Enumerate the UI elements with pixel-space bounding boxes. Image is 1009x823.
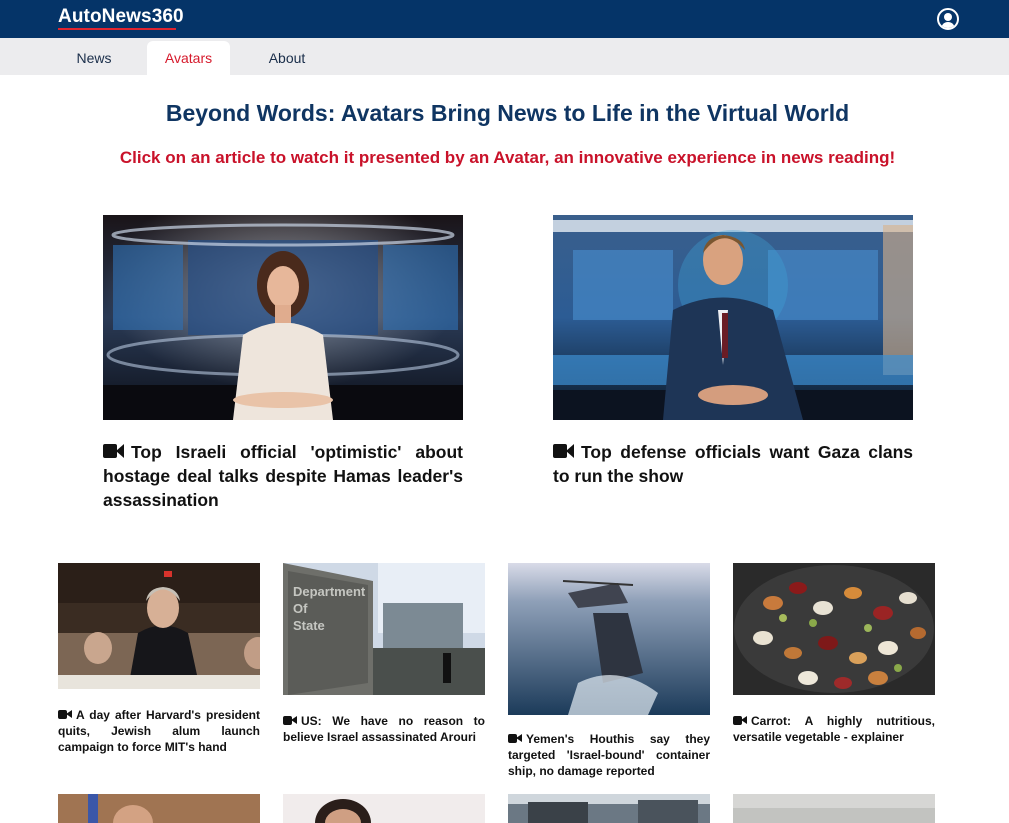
- sign-decoration: Department Of State: [293, 584, 366, 633]
- article-image[interactable]: Department Of State: [283, 563, 485, 695]
- tab-avatars[interactable]: Avatars: [147, 41, 230, 75]
- article-title-text[interactable]: Carrot: A highly nutritious, versatile v…: [733, 714, 935, 744]
- article-card[interactable]: A day after Harvard's president quits, J…: [58, 563, 260, 755]
- featured-article-title-text[interactable]: Top defense officials want Gaza clans to…: [553, 442, 913, 486]
- article-card[interactable]: Carrot: A highly nutritious, versatile v…: [733, 563, 935, 745]
- video-camera-icon: [103, 444, 125, 459]
- featured-article-title-text[interactable]: Top Israeli official 'optimistic' about …: [103, 442, 463, 510]
- video-camera-icon: [283, 716, 297, 726]
- featured-article-image[interactable]: [553, 215, 913, 420]
- page-title: Beyond Words: Avatars Bring News to Life…: [165, 100, 850, 126]
- article-image[interactable]: [733, 794, 935, 823]
- article-title-text[interactable]: US: We have no reason to believe Israel …: [283, 714, 485, 744]
- article-image[interactable]: [58, 794, 260, 823]
- article-title-text[interactable]: Yemen's Houthis say they targeted 'Israe…: [508, 732, 710, 778]
- site-logo[interactable]: AutoNews360: [58, 6, 184, 28]
- article-image[interactable]: [58, 563, 260, 689]
- article-card[interactable]: Department Of State US: We have no reason …: [283, 563, 485, 745]
- featured-article-title[interactable]: Top defense officials want Gaza clans to…: [553, 440, 913, 488]
- featured-article[interactable]: Top defense officials want Gaza clans to…: [553, 215, 913, 488]
- featured-article[interactable]: Top Israeli official 'optimistic' about …: [103, 215, 463, 512]
- featured-article-image[interactable]: [103, 215, 463, 420]
- featured-article-title[interactable]: Top Israeli official 'optimistic' about …: [103, 440, 463, 512]
- article-title[interactable]: US: We have no reason to believe Israel …: [283, 713, 485, 745]
- article-image[interactable]: [283, 794, 485, 823]
- logo-underline: [58, 28, 176, 30]
- page-subtitle: Click on an article to watch it presente…: [119, 148, 896, 167]
- article-title[interactable]: Carrot: A highly nutritious, versatile v…: [733, 713, 935, 745]
- video-camera-icon: [508, 734, 522, 744]
- article-image[interactable]: [508, 794, 710, 823]
- top-bar: AutoNews360: [0, 0, 1009, 38]
- video-camera-icon: [553, 444, 575, 459]
- nav-bar: News Avatars About: [0, 38, 1009, 75]
- tab-about[interactable]: About: [248, 41, 326, 75]
- article-image[interactable]: [733, 563, 935, 695]
- tab-news[interactable]: News: [58, 41, 130, 75]
- article-image[interactable]: [508, 563, 710, 715]
- video-camera-icon: [733, 716, 747, 726]
- article-title[interactable]: A day after Harvard's president quits, J…: [58, 707, 260, 755]
- account-circle-icon[interactable]: [937, 8, 959, 30]
- article-card[interactable]: Yemen's Houthis say they targeted 'Israe…: [508, 563, 710, 779]
- video-camera-icon: [58, 710, 72, 720]
- article-title-text[interactable]: A day after Harvard's president quits, J…: [58, 708, 260, 754]
- article-title[interactable]: Yemen's Houthis say they targeted 'Israe…: [508, 731, 710, 779]
